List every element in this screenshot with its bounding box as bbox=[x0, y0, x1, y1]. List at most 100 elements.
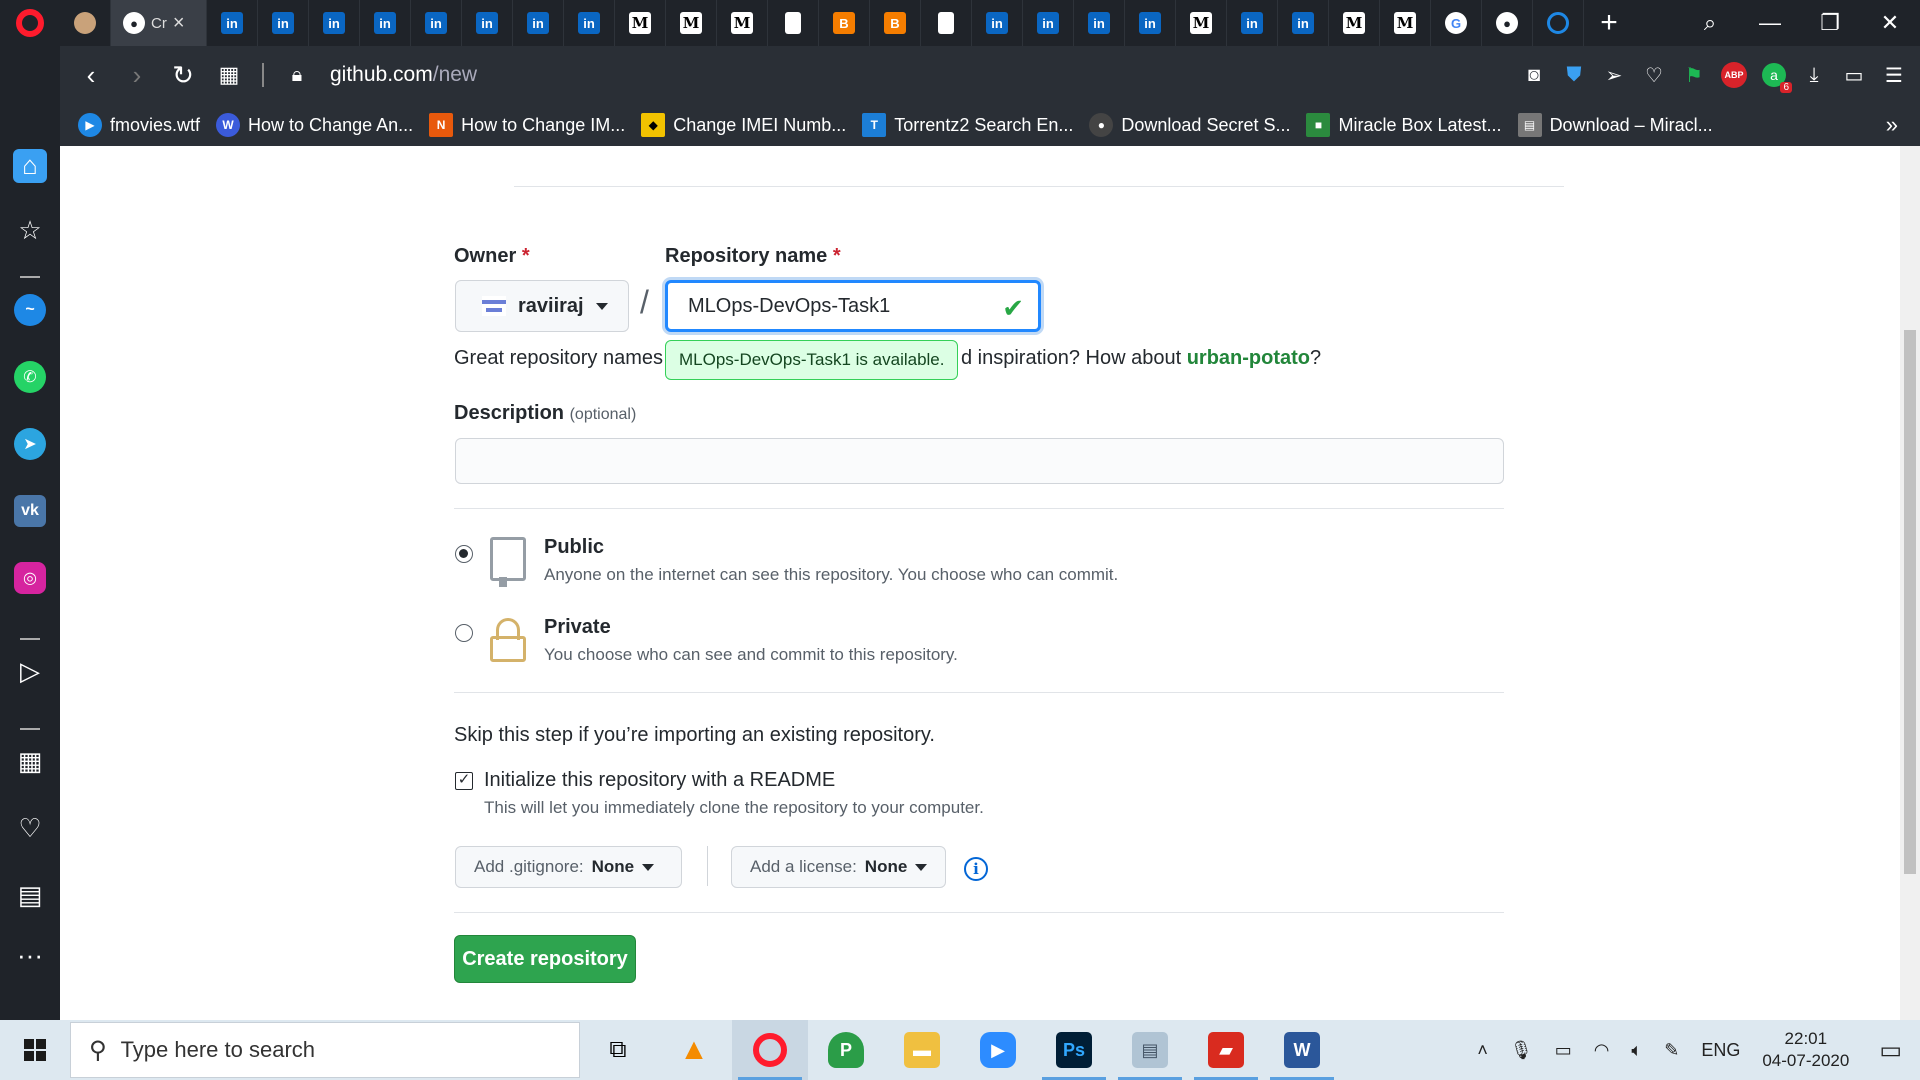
tab-linkedin[interactable]: in bbox=[1023, 0, 1074, 46]
bookmark-item[interactable]: T Torrentz2 Search En... bbox=[862, 113, 1073, 137]
tab-linkedin[interactable]: in bbox=[564, 0, 615, 46]
monitor-app-icon[interactable]: ▤ bbox=[1112, 1020, 1188, 1080]
tab-linkedin[interactable]: in bbox=[411, 0, 462, 46]
bookmark-item[interactable]: ■ Miracle Box Latest... bbox=[1306, 113, 1502, 137]
tab-medium[interactable]: M bbox=[1329, 0, 1380, 46]
readme-label[interactable]: Initialize this repository with a README bbox=[484, 769, 835, 792]
language-indicator[interactable]: ENG bbox=[1701, 1040, 1740, 1061]
close-window-button[interactable]: ✕ bbox=[1860, 0, 1920, 46]
tab-linkedin[interactable]: in bbox=[309, 0, 360, 46]
tab-linkedin[interactable]: in bbox=[258, 0, 309, 46]
back-button[interactable]: ‹ bbox=[68, 52, 114, 98]
minimize-button[interactable]: — bbox=[1740, 0, 1800, 46]
home-icon[interactable]: ⌂ bbox=[0, 132, 60, 199]
instagram-icon[interactable]: ◎ bbox=[0, 544, 60, 611]
readme-checkbox[interactable]: ✓ bbox=[455, 772, 473, 790]
new-tab-button[interactable]: + bbox=[1584, 0, 1634, 46]
create-repository-button[interactable]: Create repository bbox=[454, 935, 636, 983]
bookmark-item[interactable]: ▤ Download – Miracl... bbox=[1517, 113, 1713, 137]
file-explorer-icon[interactable]: ▬ bbox=[884, 1020, 960, 1080]
notifications-icon[interactable]: ▭ bbox=[1879, 1036, 1902, 1065]
lock-icon[interactable]: 🔒︎ bbox=[274, 52, 320, 98]
bookmark-item[interactable]: W How to Change An... bbox=[216, 113, 413, 137]
taskbar-search[interactable]: ⚲ Type here to search bbox=[70, 1022, 580, 1078]
tab-medium[interactable]: M bbox=[1176, 0, 1227, 46]
heart-icon[interactable]: ♡ bbox=[1634, 55, 1674, 95]
photoshop-icon[interactable]: Ps bbox=[1036, 1020, 1112, 1080]
volume-icon[interactable]: 🔈︎ bbox=[1631, 1040, 1642, 1061]
bookmark-item[interactable]: N How to Change IM... bbox=[429, 113, 625, 137]
tab-github-new-repo[interactable]: ● Cr × bbox=[111, 0, 207, 46]
vlc-icon[interactable]: ▲ bbox=[656, 1020, 732, 1080]
flow-icon[interactable]: ▷ bbox=[0, 638, 60, 705]
vk-icon[interactable]: vk bbox=[0, 477, 60, 544]
easy-setup-icon[interactable]: ☰ bbox=[1874, 55, 1914, 95]
owner-dropdown[interactable]: raviiraj bbox=[455, 280, 629, 332]
workspaces-icon[interactable]: ▦ bbox=[0, 728, 60, 795]
tab-medium[interactable]: M bbox=[615, 0, 666, 46]
tab-linkedin[interactable]: in bbox=[207, 0, 258, 46]
tab-linkedin[interactable]: in bbox=[1278, 0, 1329, 46]
red-app-icon[interactable]: ▰ bbox=[1188, 1020, 1264, 1080]
more-icon[interactable]: ··· bbox=[0, 922, 60, 989]
public-radio[interactable] bbox=[455, 545, 473, 563]
tab-blogger[interactable]: B bbox=[870, 0, 921, 46]
tab-linkedin[interactable]: in bbox=[972, 0, 1023, 46]
start-button[interactable] bbox=[0, 1020, 70, 1080]
tab-search-icon[interactable]: ⌕ bbox=[1680, 0, 1740, 46]
chevron-up-icon[interactable]: ˄ bbox=[1477, 1040, 1488, 1061]
send-icon[interactable]: ➢ bbox=[1594, 55, 1634, 95]
opera-menu-icon[interactable] bbox=[0, 0, 60, 46]
tab-linkedin[interactable]: in bbox=[513, 0, 564, 46]
scrollbar[interactable] bbox=[1900, 146, 1920, 1020]
private-radio[interactable] bbox=[455, 624, 473, 642]
battery-icon[interactable]: ▭ bbox=[1834, 55, 1874, 95]
messenger-icon[interactable]: ~ bbox=[0, 276, 60, 343]
description-input[interactable] bbox=[455, 438, 1504, 484]
opera-taskbar-icon[interactable] bbox=[732, 1020, 808, 1080]
tab-google[interactable]: G bbox=[1431, 0, 1482, 46]
restore-button[interactable]: ❐ bbox=[1800, 0, 1860, 46]
reload-button[interactable]: ↻ bbox=[160, 52, 206, 98]
bookmark-item[interactable]: ◆ Change IMEI Numb... bbox=[641, 113, 846, 137]
star-icon[interactable]: ☆ bbox=[0, 197, 60, 264]
tab-linkedin[interactable]: in bbox=[1227, 0, 1278, 46]
info-icon[interactable]: i bbox=[964, 857, 988, 881]
forward-button[interactable]: › bbox=[114, 52, 160, 98]
tab-medium[interactable]: M bbox=[717, 0, 768, 46]
clock[interactable]: 22:01 04-07-2020 bbox=[1762, 1028, 1849, 1072]
download-icon[interactable]: ⤓ bbox=[1794, 55, 1834, 95]
more-bookmarks-icon[interactable]: » bbox=[1886, 112, 1920, 138]
favorites-icon[interactable]: ♡ bbox=[0, 795, 60, 862]
tab-blogger[interactable]: B bbox=[819, 0, 870, 46]
bookmark-item[interactable]: ● Download Secret S... bbox=[1089, 113, 1290, 137]
tab-linkedin[interactable]: in bbox=[1074, 0, 1125, 46]
bookmark-item[interactable]: ▶ fmovies.wtf bbox=[78, 113, 200, 137]
tab-document[interactable] bbox=[768, 0, 819, 46]
close-tab-icon[interactable]: × bbox=[173, 12, 185, 35]
scrollbar-thumb[interactable] bbox=[1904, 330, 1916, 874]
extension-icon[interactable]: a6 bbox=[1754, 55, 1794, 95]
tab-document[interactable] bbox=[921, 0, 972, 46]
speed-dial-icon[interactable]: ▦ bbox=[206, 52, 252, 98]
tab-medium[interactable]: M bbox=[1380, 0, 1431, 46]
microphone-icon[interactable]: 🎙︎ bbox=[1510, 1040, 1533, 1061]
word-icon[interactable]: W bbox=[1264, 1020, 1340, 1080]
tab-github[interactable]: ● bbox=[1482, 0, 1533, 46]
adblock-icon[interactable]: ABP bbox=[1714, 55, 1754, 95]
tab-linkedin[interactable]: in bbox=[462, 0, 513, 46]
flag-icon[interactable]: ⚑ bbox=[1674, 55, 1714, 95]
telegram-icon[interactable]: ➤ bbox=[0, 410, 60, 477]
camera-icon[interactable]: ◙ bbox=[1514, 55, 1554, 95]
shield-icon[interactable]: ⛊ bbox=[1554, 55, 1594, 95]
tab-linkedin[interactable]: in bbox=[360, 0, 411, 46]
gitignore-select[interactable]: Add .gitignore: None bbox=[455, 846, 682, 888]
tab-linkedin[interactable]: in bbox=[1125, 0, 1176, 46]
task-view-icon[interactable]: ⧉ bbox=[580, 1020, 656, 1080]
pen-icon[interactable]: ✎ bbox=[1664, 1040, 1679, 1061]
license-select[interactable]: Add a license: None bbox=[731, 846, 946, 888]
wifi-icon[interactable]: ◠ bbox=[1594, 1040, 1610, 1061]
whatsapp-icon[interactable]: ✆ bbox=[0, 343, 60, 410]
tab-medium[interactable]: M bbox=[666, 0, 717, 46]
zoom-icon[interactable]: ▶ bbox=[960, 1020, 1036, 1080]
